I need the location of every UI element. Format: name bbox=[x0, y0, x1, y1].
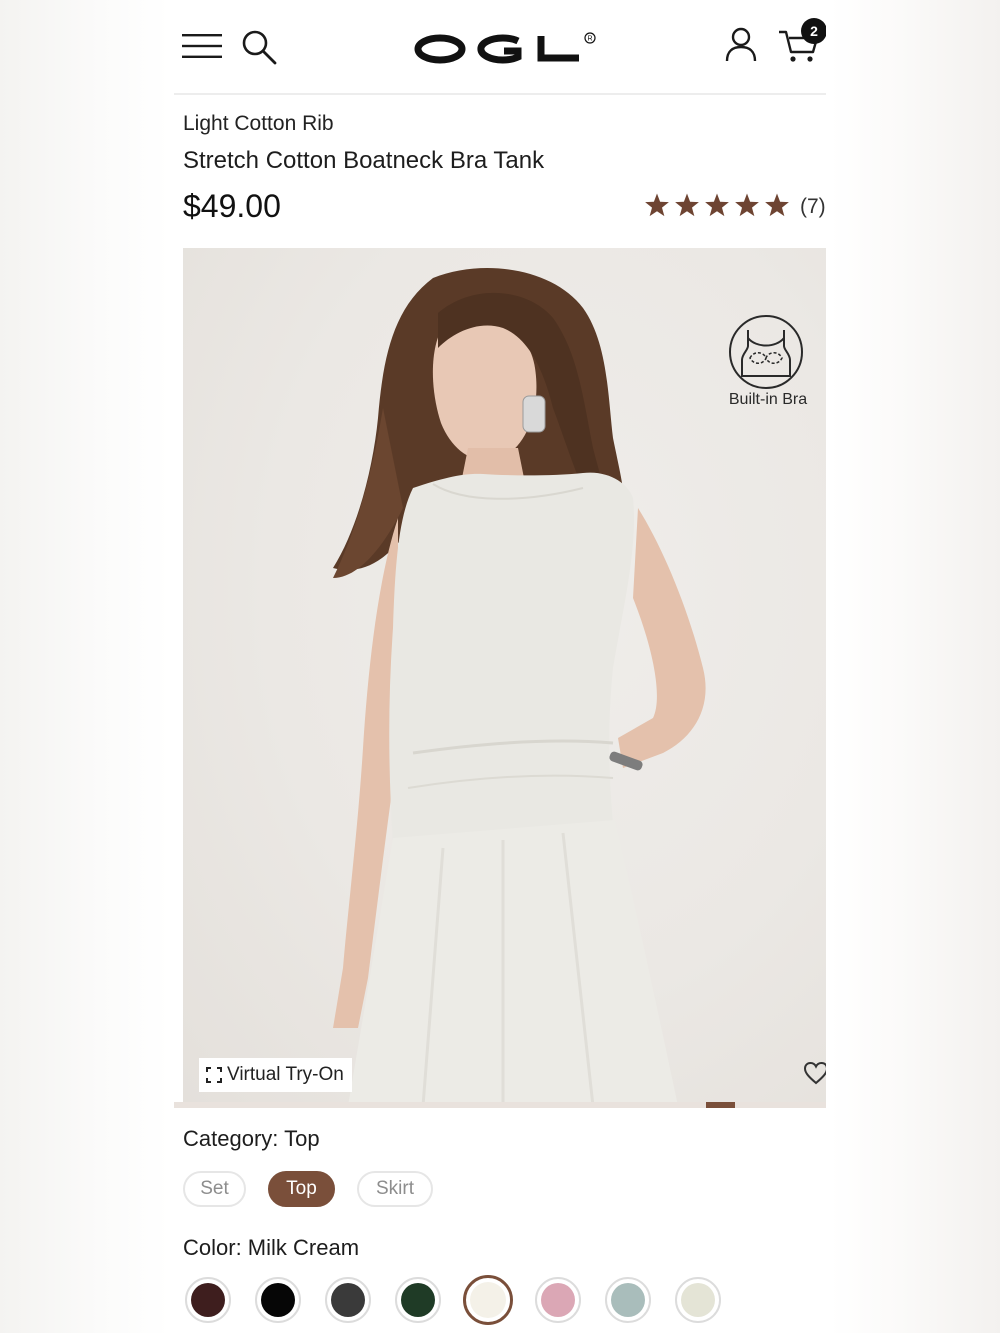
review-count: (7) bbox=[800, 195, 826, 218]
heart-icon[interactable] bbox=[803, 1060, 826, 1086]
virtual-try-on-button[interactable]: Virtual Try-On bbox=[199, 1058, 352, 1092]
category-option-top[interactable]: Top bbox=[268, 1171, 335, 1207]
color-swatch-charcoal[interactable] bbox=[325, 1277, 371, 1323]
account-icon[interactable] bbox=[724, 26, 758, 64]
color-swatch-forest-green[interactable] bbox=[395, 1277, 441, 1323]
cart-count-badge: 2 bbox=[801, 18, 826, 44]
color-swatch-milk-cream[interactable] bbox=[463, 1275, 513, 1325]
virtual-try-on-label: Virtual Try-On bbox=[227, 1064, 344, 1085]
swatch-fill bbox=[331, 1283, 365, 1317]
brand-logo-mark: R bbox=[414, 32, 596, 64]
product-page: R 2 Light Cotton Rib Stretch Cotton Boat… bbox=[174, 0, 826, 1333]
menu-icon[interactable] bbox=[182, 30, 224, 62]
product-collection: Light Cotton Rib bbox=[183, 112, 334, 135]
color-swatch-sage-blue[interactable] bbox=[605, 1277, 651, 1323]
star-icon bbox=[705, 193, 729, 217]
swatch-fill bbox=[261, 1283, 295, 1317]
header: R 2 bbox=[174, 0, 826, 95]
built-in-bra-label: Built-in Bra bbox=[728, 391, 808, 408]
product-title: Stretch Cotton Boatneck Bra Tank bbox=[183, 147, 545, 174]
product-image-gallery[interactable]: Built-in Bra Virtual Try-On bbox=[183, 248, 826, 1106]
star-icon bbox=[765, 193, 789, 217]
color-swatch-black[interactable] bbox=[255, 1277, 301, 1323]
category-option-skirt[interactable]: Skirt bbox=[357, 1171, 433, 1207]
color-swatch-beige[interactable] bbox=[675, 1277, 721, 1323]
product-price: $49.00 bbox=[183, 188, 281, 224]
gallery-progress-indicator bbox=[706, 1102, 735, 1108]
swatch-fill bbox=[401, 1283, 435, 1317]
category-option-set[interactable]: Set bbox=[183, 1171, 246, 1207]
svg-text:R: R bbox=[588, 36, 593, 43]
swatch-fill bbox=[681, 1283, 715, 1317]
star-icon bbox=[645, 193, 669, 217]
color-swatch-pink[interactable] bbox=[535, 1277, 581, 1323]
swatch-fill bbox=[191, 1283, 225, 1317]
search-icon[interactable] bbox=[240, 28, 278, 66]
star-icon bbox=[735, 193, 759, 217]
color-swatch-burgundy[interactable] bbox=[185, 1277, 231, 1323]
brand-logo[interactable]: R bbox=[414, 24, 599, 68]
category-label: Category: Top bbox=[183, 1126, 320, 1151]
star-icon bbox=[675, 193, 699, 217]
swatch-fill bbox=[541, 1283, 575, 1317]
swatch-fill bbox=[611, 1283, 645, 1317]
gallery-progress-bar bbox=[174, 1102, 826, 1108]
color-label: Color: Milk Cream bbox=[183, 1235, 360, 1260]
star-rating-icons bbox=[645, 193, 789, 217]
scan-frame-icon bbox=[206, 1067, 222, 1083]
swatch-fill bbox=[470, 1282, 506, 1318]
